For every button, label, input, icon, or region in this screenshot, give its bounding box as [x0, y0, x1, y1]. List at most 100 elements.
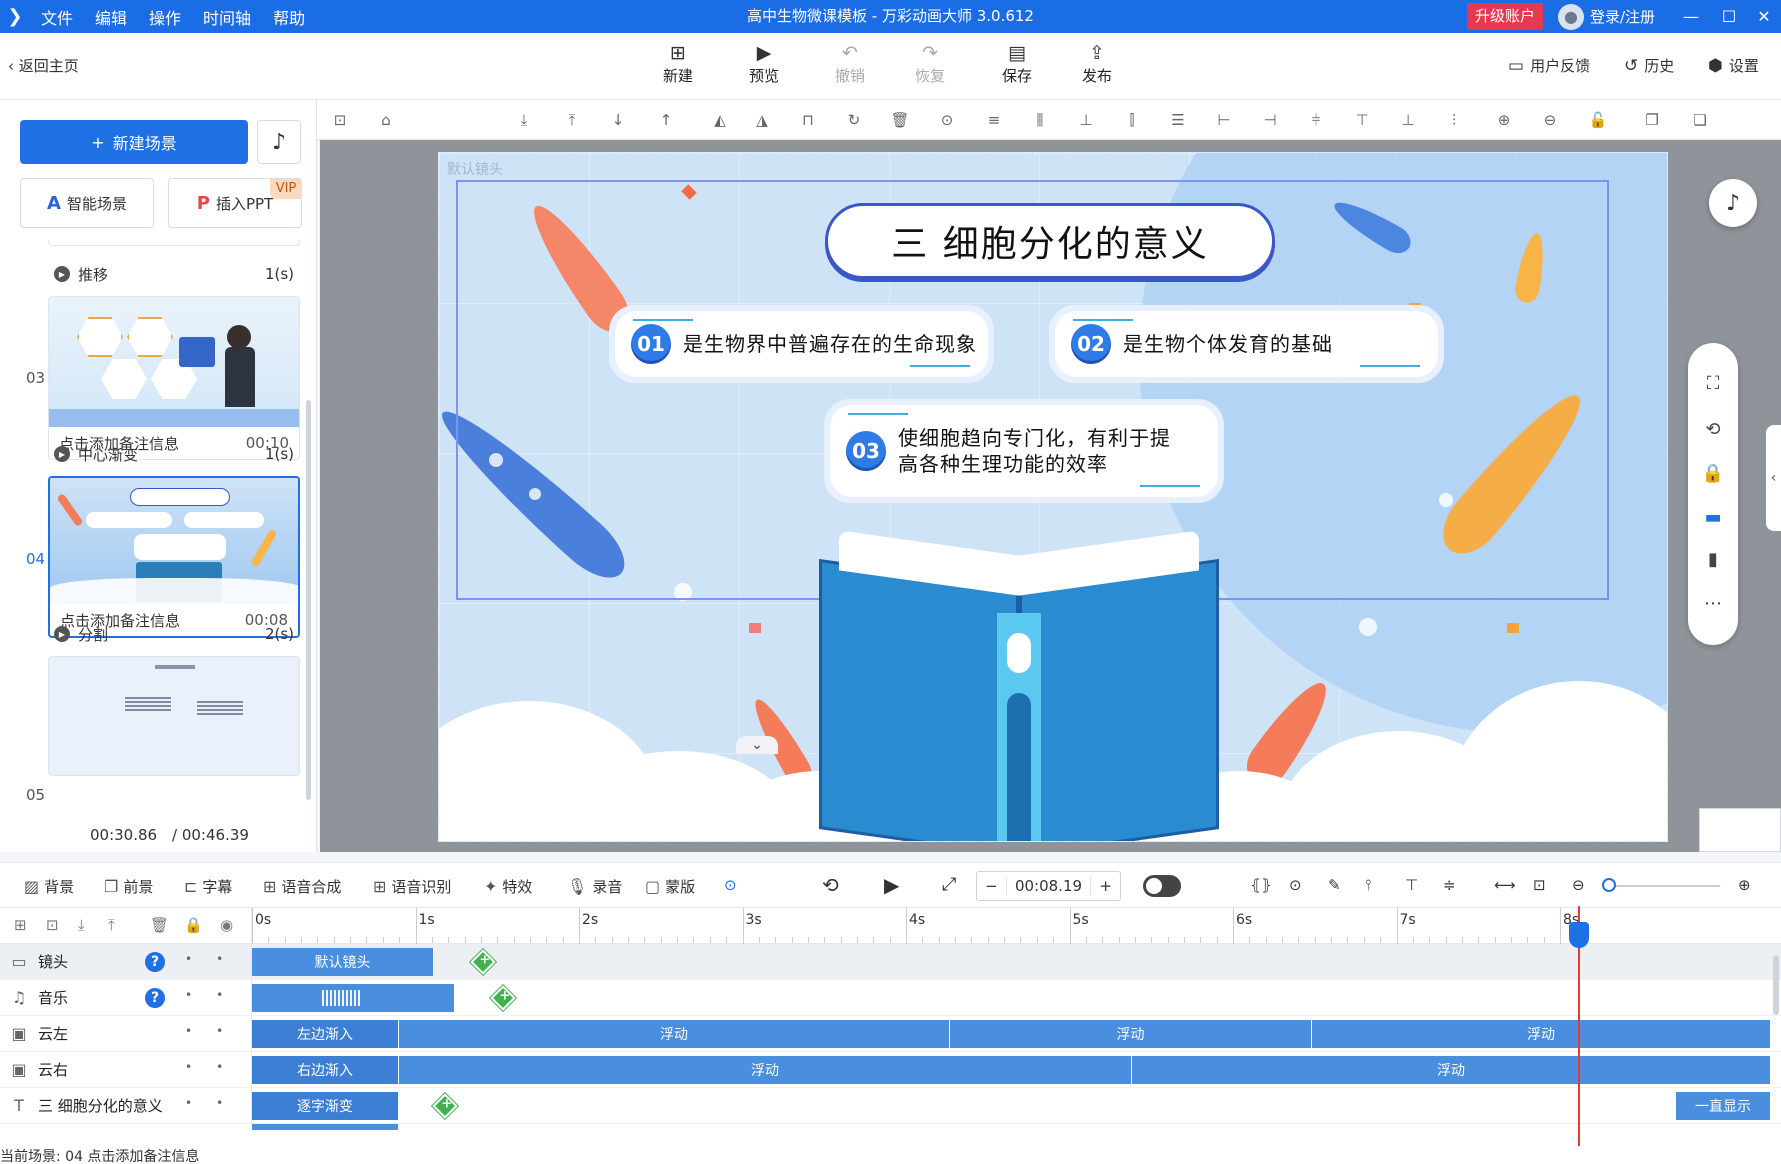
zoom-out-icon[interactable]: ⊖ [1539, 110, 1561, 130]
time-plus-button[interactable]: + [1099, 877, 1112, 895]
home-icon[interactable]: ⌂ [375, 110, 397, 130]
zoom-in-icon[interactable]: ⊕ [1493, 110, 1515, 130]
unlock-icon[interactable]: 🔓 [1587, 110, 1609, 130]
track-flags[interactable]: •• [185, 1096, 247, 1110]
more-controls-icon[interactable]: ⊙ [724, 876, 737, 894]
align-center-v-icon[interactable]: ⫶ [1443, 110, 1465, 130]
add-keyframe-icon[interactable] [432, 1093, 458, 1119]
flip-vertical-icon[interactable]: ◮ [751, 110, 773, 130]
settings-link[interactable]: ⬢ 设置 [1708, 55, 1759, 76]
fullscreen-icon[interactable]: ⤢ [942, 874, 956, 895]
history-link[interactable]: ↺ 历史 [1624, 55, 1674, 76]
animation-segment[interactable]: 逐字渐变 [252, 1092, 399, 1120]
record-button[interactable]: 🎙 录音 [567, 876, 622, 897]
align-top-icon[interactable]: ≡ [983, 110, 1005, 130]
eye-icon[interactable]: ◉ [220, 916, 233, 934]
animation-segment[interactable]: 浮动 [399, 1020, 950, 1048]
flip-horizontal-icon[interactable]: ◭ [709, 110, 731, 130]
track-flags[interactable]: •• [185, 988, 247, 1002]
menu-timeline[interactable]: 时间轴 [192, 5, 262, 29]
move-bottom-icon[interactable]: ⤓ [513, 110, 535, 130]
save-button[interactable]: ▤ 保存 [987, 41, 1047, 86]
delete-layer-icon[interactable]: 🗑 [150, 916, 169, 934]
animation-segment[interactable]: 浮动 [1132, 1056, 1771, 1084]
camera-snap-icon[interactable]: ⊙ [1289, 876, 1302, 894]
scene-list-scrollbar[interactable] [306, 400, 311, 800]
align-bottom-icon[interactable]: ⊥ [1075, 110, 1097, 130]
move-down-icon[interactable]: ↓ [607, 110, 629, 130]
portrait-icon[interactable]: ▮ [1688, 549, 1738, 570]
more-icon[interactable]: ⋯ [1688, 593, 1738, 614]
background-button[interactable]: ▨ 背景 [24, 876, 74, 897]
fit-screen-icon[interactable]: ⛶ [1688, 373, 1738, 394]
timeline-ruler[interactable]: 0s 1s 2s 3s 4s 5s 6s 7s 8s [252, 908, 1781, 944]
menu-operate[interactable]: 操作 [138, 5, 192, 29]
lock-icon[interactable]: 🔒 [1688, 463, 1738, 484]
toggle-switch[interactable] [1143, 875, 1181, 897]
transition-item[interactable]: ▶ 中心渐变 1(s) [54, 442, 294, 466]
maximize-icon[interactable]: ☐ [1711, 0, 1747, 33]
timeline-zoom-slider[interactable] [1608, 885, 1720, 887]
scene-thumbnail[interactable]: 点击添加备注信息 00:10 [48, 296, 300, 460]
edit-icon[interactable]: ✎ [1328, 876, 1341, 894]
music-waveform[interactable] [252, 984, 454, 1012]
adjust-icon[interactable]: ≑ [1443, 876, 1456, 894]
preview-button[interactable]: ▶ 预览 [734, 41, 794, 86]
feedback-link[interactable]: ▭ 用户反馈 [1508, 55, 1590, 76]
keyframe-icon[interactable]: ⦃⦄ [1250, 876, 1272, 894]
move-up-layer-icon[interactable]: ⤒ [108, 916, 115, 934]
animation-segment[interactable]: 浮动 [399, 1056, 1132, 1084]
help-icon[interactable]: ? [145, 988, 165, 1008]
scene-thumbnail-active[interactable]: 点击添加备注信息 00:08 [48, 476, 300, 638]
tts-button[interactable]: ⊞ 语音合成 [263, 876, 341, 897]
replay-icon[interactable]: ⟲ [822, 873, 839, 897]
animation-segment[interactable]: 左边渐入 [252, 1020, 399, 1048]
playhead-handle[interactable] [1569, 922, 1589, 948]
effects-button[interactable]: ✦ 特效 [484, 876, 532, 897]
time-stepper[interactable]: − 00:08.19 + [976, 871, 1121, 901]
time-value[interactable]: 00:08.19 [1005, 877, 1092, 895]
align-top-edge-icon[interactable]: ⊤ [1351, 110, 1373, 130]
new-button[interactable]: ⊞ 新建 [648, 41, 708, 86]
scene-thumbnail[interactable] [48, 656, 300, 776]
camera-frame[interactable] [456, 180, 1609, 600]
collapse-panel-icon[interactable]: ‹ [1766, 425, 1781, 531]
track-flags[interactable]: •• [185, 1060, 247, 1074]
track-camera[interactable]: ▭ 镜头 ? •• [0, 944, 252, 980]
lock-layer-icon[interactable]: 🔒 [184, 916, 203, 934]
add-item-icon[interactable]: ⊡ [46, 916, 59, 934]
copy-icon[interactable]: ❐ [1641, 110, 1663, 130]
timeline-zoom-knob[interactable] [1602, 878, 1616, 892]
align-left-icon[interactable]: ⊢ [1213, 110, 1235, 130]
rotate-device-icon[interactable]: ⟲ [1688, 419, 1738, 440]
foreground-button[interactable]: ❐ 前景 [104, 876, 153, 897]
music-fab[interactable]: ♪ [1709, 179, 1757, 227]
filter-icon[interactable]: ⊤ [1405, 876, 1418, 894]
scene-canvas[interactable]: 默认镜头 三 细胞分化的意义 01 是生物界中普遍存在的生命现象 02 是生物个… [438, 152, 1668, 842]
asr-button[interactable]: ⊞ 语音识别 [373, 876, 451, 897]
login-button[interactable]: ● 登录/注册 [1558, 0, 1655, 33]
redo-button[interactable]: ↷ 恢复 [900, 41, 960, 86]
move-down-layer-icon[interactable]: ⤓ [78, 916, 85, 934]
new-scene-button[interactable]: + 新建场景 [20, 120, 248, 164]
move-up-icon[interactable]: ↑ [655, 110, 677, 130]
track-flags[interactable]: •• [185, 952, 247, 966]
help-icon[interactable]: ? [145, 952, 165, 972]
close-icon[interactable]: ✕ [1746, 0, 1781, 33]
back-home-link[interactable]: ‹ 返回主页 [8, 55, 79, 76]
play-icon[interactable]: ▶ [884, 873, 899, 897]
animation-segment-partial[interactable] [252, 1124, 399, 1130]
caption-button[interactable]: ⊏ 字幕 [184, 876, 232, 897]
time-minus-button[interactable]: − [985, 877, 998, 895]
menu-help[interactable]: 帮助 [262, 5, 316, 29]
ruler-icon[interactable]: ⊡ [329, 110, 351, 130]
crop-icon[interactable]: ⊙ [936, 110, 958, 130]
fit-width-icon[interactable]: ⟷ [1494, 876, 1516, 894]
transition-item[interactable]: ▶ 推移 1(s) [54, 262, 294, 286]
landscape-icon[interactable]: ▬ [1688, 507, 1738, 528]
menu-edit[interactable]: 编辑 [84, 5, 138, 29]
delete-icon[interactable]: 🗑 [889, 110, 911, 130]
menu-file[interactable]: 文件 [30, 5, 84, 29]
add-keyframe-icon[interactable] [490, 985, 516, 1011]
chevron-down-icon[interactable]: ⌄ [736, 736, 778, 754]
